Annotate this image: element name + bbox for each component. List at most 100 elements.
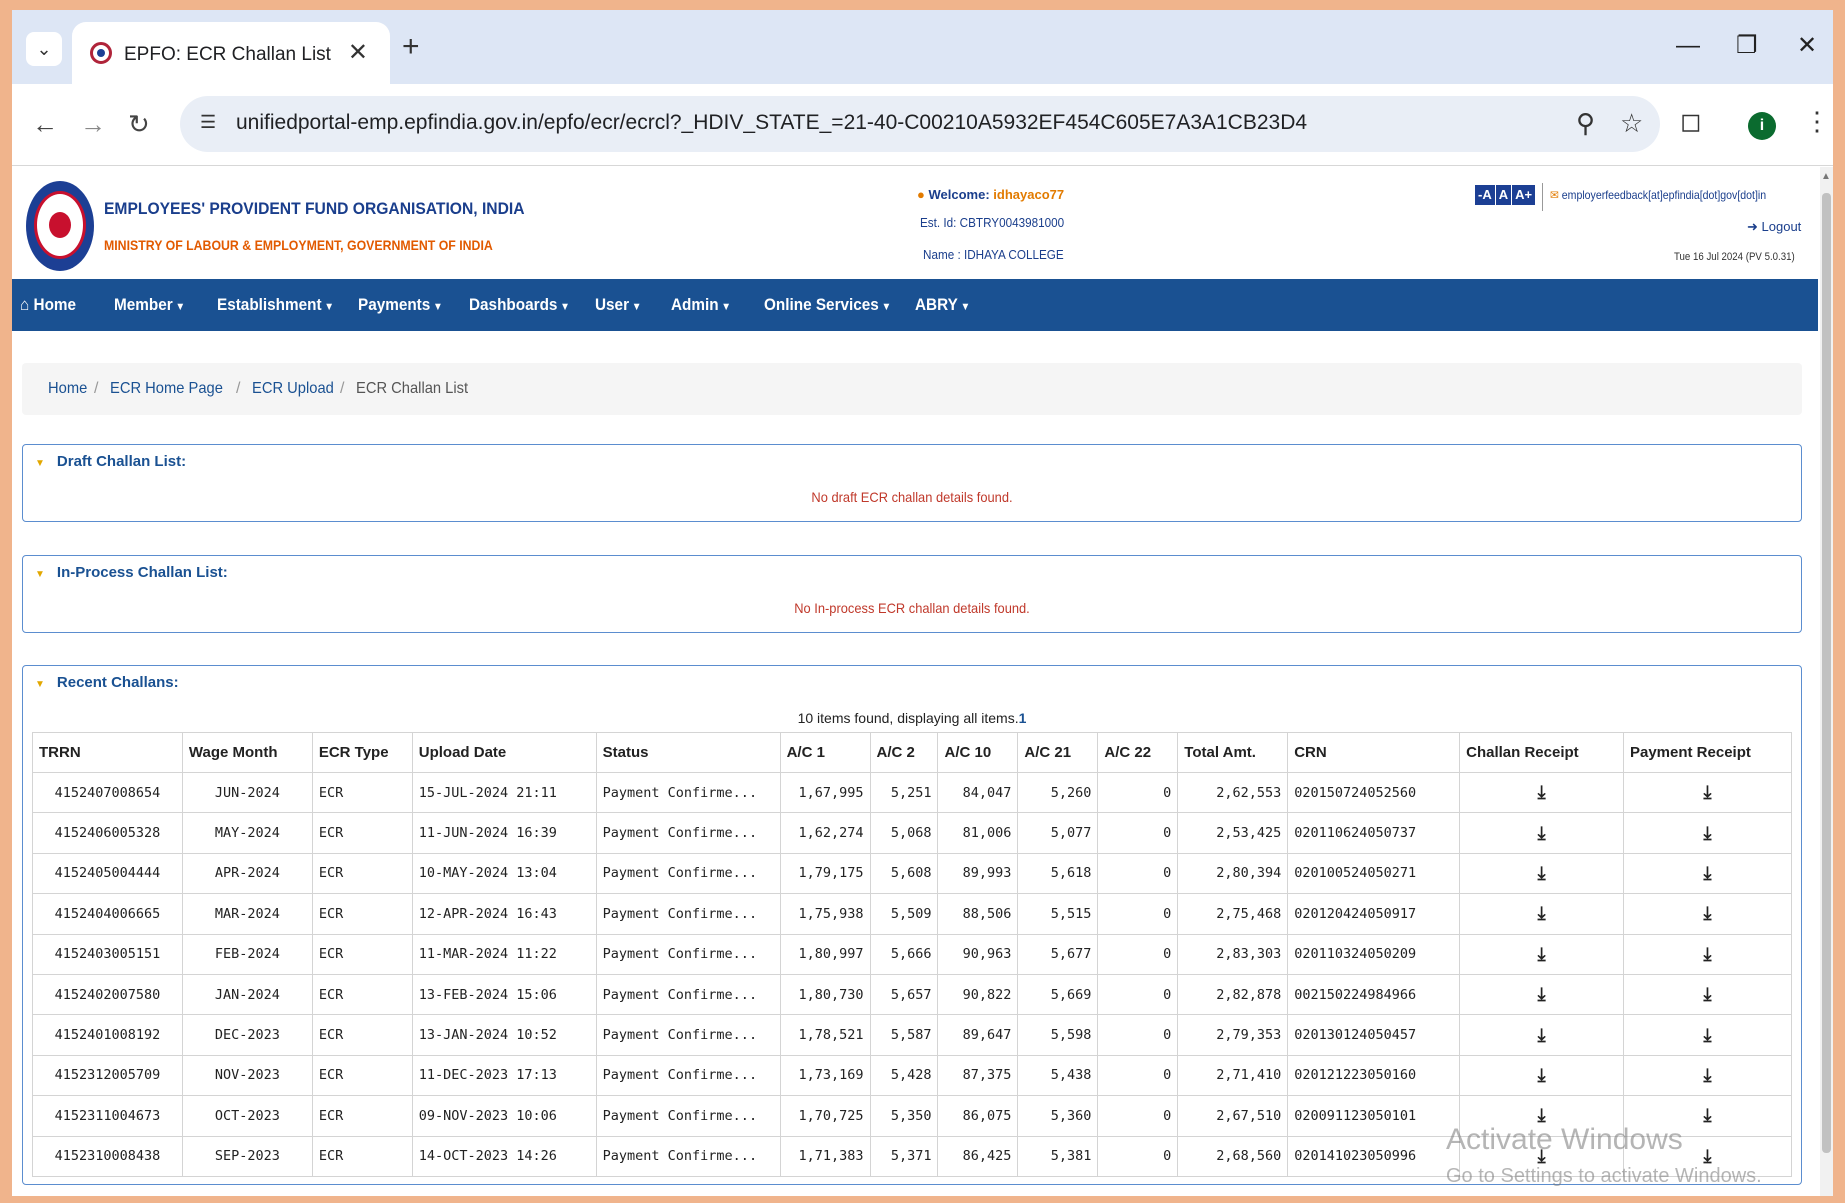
- browser-menu-icon[interactable]: ⋮: [1804, 106, 1830, 137]
- payment-receipt-download-icon[interactable]: ⤓: [1704, 823, 1712, 844]
- column-header[interactable]: A/C 10: [937, 732, 1019, 773]
- ac2-cell: 5,251: [869, 771, 939, 814]
- url-input[interactable]: ☰ unifiedportal-emp.epfindia.gov.in/epfo…: [180, 96, 1660, 152]
- new-tab-button[interactable]: +: [402, 32, 420, 62]
- zoom-icon[interactable]: ⚲: [1576, 108, 1595, 139]
- ac22-cell: 0: [1097, 933, 1179, 975]
- restore-button[interactable]: ❐: [1736, 34, 1758, 58]
- font-decrease-button[interactable]: -A: [1475, 185, 1495, 205]
- logout-icon: ➜: [1747, 219, 1758, 234]
- reload-button[interactable]: ↻: [128, 110, 150, 138]
- challan-receipt-download-cell: ⤓: [1459, 973, 1624, 1016]
- status-cell: Payment Confirme...: [595, 1135, 781, 1177]
- column-header[interactable]: A/C 1: [779, 732, 871, 773]
- challan-receipt-download-icon[interactable]: ⤓: [1538, 903, 1546, 924]
- nav-member[interactable]: Member ▼: [114, 295, 185, 315]
- challan-receipt-download-icon[interactable]: ⤓: [1538, 1025, 1546, 1046]
- column-header[interactable]: ECR Type: [311, 732, 413, 773]
- logout-link[interactable]: ➜ Logout: [1747, 219, 1801, 235]
- column-header[interactable]: Challan Receipt: [1459, 732, 1624, 773]
- extensions-icon[interactable]: ◻: [1680, 106, 1702, 137]
- nav-online-services[interactable]: Online Services ▼: [764, 295, 891, 315]
- scroll-up-icon[interactable]: ▲: [1821, 171, 1831, 182]
- nav-user[interactable]: User ▼: [595, 295, 642, 315]
- wage-month-cell: JAN-2024: [181, 973, 313, 1016]
- scrollbar-thumb[interactable]: [1822, 193, 1831, 1153]
- feedback-email-link[interactable]: ✉ employerfeedback[at]epfindia[dot]gov[d…: [1550, 188, 1766, 202]
- recent-panel-header[interactable]: ▼ Recent Challans:: [35, 674, 179, 691]
- ac22-cell: 0: [1097, 1135, 1179, 1177]
- column-header[interactable]: Total Amt.: [1177, 732, 1289, 773]
- crn-cell: 002150224984966: [1287, 973, 1461, 1016]
- tab-close-icon[interactable]: ✕: [348, 38, 368, 67]
- challan-receipt-download-cell: ⤓: [1459, 893, 1624, 935]
- column-header[interactable]: TRRN: [32, 732, 183, 773]
- ac10-cell: 88,506: [937, 893, 1019, 935]
- payment-receipt-download-cell: ⤓: [1622, 893, 1793, 935]
- minimize-button[interactable]: —: [1676, 34, 1700, 58]
- column-header[interactable]: A/C 22: [1097, 732, 1179, 773]
- column-header[interactable]: Status: [595, 732, 781, 773]
- payment-receipt-download-icon[interactable]: ⤓: [1704, 1025, 1712, 1046]
- payment-receipt-download-cell: ⤓: [1622, 771, 1793, 814]
- ac1-cell: 1,73,169: [779, 1054, 871, 1097]
- payment-receipt-download-icon[interactable]: ⤓: [1704, 903, 1712, 924]
- breadcrumb-ecr-home[interactable]: ECR Home Page: [110, 380, 223, 398]
- inprocess-panel-header[interactable]: ▼ In-Process Challan List:: [35, 564, 228, 581]
- profile-avatar[interactable]: i: [1748, 112, 1776, 140]
- window-close-button[interactable]: ✕: [1797, 34, 1817, 58]
- nav-dashboards[interactable]: Dashboards ▼: [469, 295, 570, 315]
- ac22-cell: 0: [1097, 1095, 1179, 1137]
- nav-establishment[interactable]: Establishment ▼: [217, 295, 334, 315]
- bookmark-star-icon[interactable]: ☆: [1620, 108, 1643, 139]
- column-header[interactable]: CRN: [1287, 732, 1461, 773]
- crn-cell: 020130124050457: [1287, 1014, 1461, 1056]
- challan-receipt-download-icon[interactable]: ⤓: [1538, 944, 1546, 965]
- ac22-cell: 0: [1097, 771, 1179, 814]
- challan-receipt-download-icon[interactable]: ⤓: [1538, 782, 1546, 803]
- challan-receipt-download-icon[interactable]: ⤓: [1538, 823, 1546, 844]
- back-button[interactable]: ←: [32, 110, 58, 138]
- draft-empty-message: No draft ECR challan details found.: [811, 489, 1013, 505]
- recent-challans-table: TRRN Wage Month ECR Type Upload Date Status A…: [32, 732, 1793, 1177]
- breadcrumb-ecr-upload[interactable]: ECR Upload: [252, 380, 334, 398]
- tab-search-button[interactable]: ⌄: [26, 32, 62, 66]
- total-amount-cell: 2,83,303: [1177, 933, 1289, 975]
- nav-payments[interactable]: Payments ▼: [358, 295, 443, 315]
- draft-panel-header[interactable]: ▼ Draft Challan List:: [35, 453, 186, 470]
- column-header[interactable]: A/C 2: [869, 732, 939, 773]
- payment-receipt-download-icon[interactable]: ⤓: [1704, 1146, 1712, 1167]
- column-header[interactable]: Upload Date: [411, 732, 597, 773]
- column-header[interactable]: Wage Month: [181, 732, 313, 773]
- payment-receipt-download-icon[interactable]: ⤓: [1704, 1105, 1712, 1126]
- challan-receipt-download-icon[interactable]: ⤓: [1538, 863, 1546, 884]
- nav-home[interactable]: ⌂ Home: [20, 295, 76, 315]
- table-row: 4152403005151 FEB-2024 ECR 11-MAR-2024 11:2…: [32, 933, 1793, 975]
- table-row: 4152405004444 APR-2024 ECR 10-MAY-2024 13:0…: [32, 852, 1793, 895]
- font-normal-button[interactable]: A: [1495, 185, 1512, 205]
- payment-receipt-download-icon[interactable]: ⤓: [1704, 944, 1712, 965]
- column-header[interactable]: Payment Receipt: [1622, 732, 1793, 773]
- payment-receipt-download-icon[interactable]: ⤓: [1704, 1065, 1712, 1086]
- total-amount-cell: 2,82,878: [1177, 973, 1289, 1016]
- challan-receipt-download-icon[interactable]: ⤓: [1538, 984, 1546, 1005]
- payment-receipt-download-icon[interactable]: ⤓: [1704, 984, 1712, 1005]
- page-scrollbar[interactable]: ▲: [1820, 167, 1833, 1196]
- crn-cell: 020121223050160: [1287, 1054, 1461, 1097]
- font-increase-button[interactable]: A+: [1512, 185, 1536, 205]
- payment-receipt-download-icon[interactable]: ⤓: [1704, 782, 1712, 803]
- nav-admin[interactable]: Admin ▼: [671, 295, 731, 315]
- page-link[interactable]: 1: [1019, 710, 1027, 726]
- nav-abry[interactable]: ABRY ▼: [915, 295, 970, 315]
- ac2-cell: 5,371: [869, 1135, 939, 1177]
- forward-button[interactable]: →: [80, 110, 106, 138]
- breadcrumb-home[interactable]: Home: [48, 380, 87, 398]
- site-info-icon[interactable]: ☰: [200, 112, 222, 134]
- challan-receipt-download-cell: ⤓: [1459, 812, 1624, 854]
- caret-down-icon: ▼: [560, 301, 570, 313]
- active-tab[interactable]: EPFO: ECR Challan List ✕: [72, 22, 390, 84]
- welcome-label: Welcome:: [928, 187, 990, 202]
- payment-receipt-download-icon[interactable]: ⤓: [1704, 863, 1712, 884]
- challan-receipt-download-icon[interactable]: ⤓: [1538, 1065, 1546, 1086]
- column-header[interactable]: A/C 21: [1017, 732, 1099, 773]
